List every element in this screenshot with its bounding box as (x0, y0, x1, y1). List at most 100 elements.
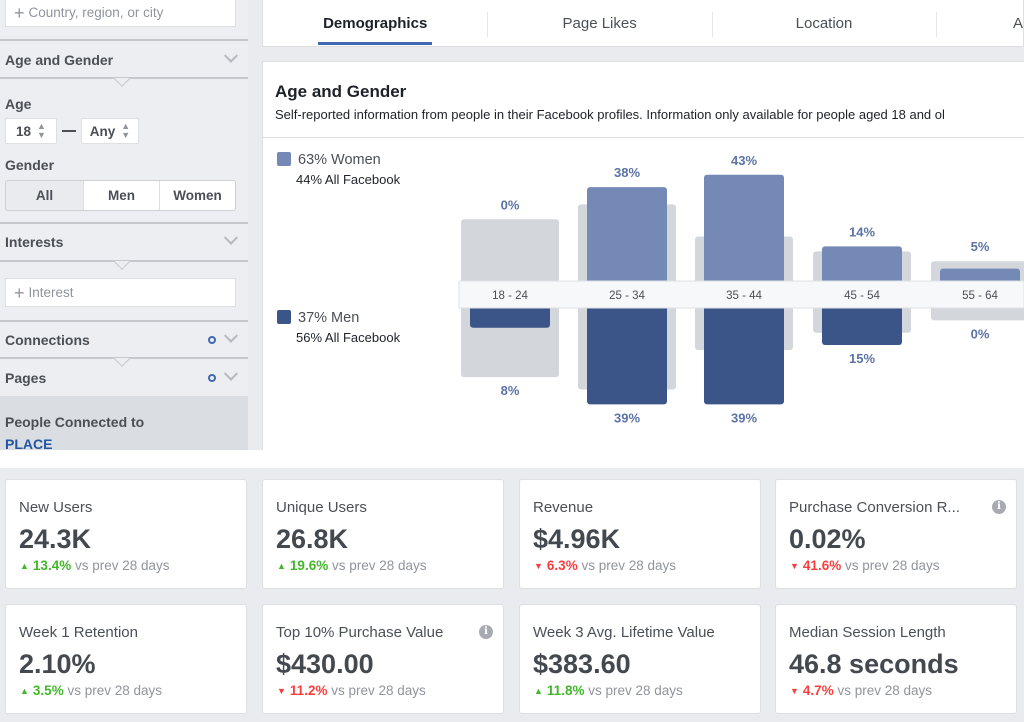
panel-title: Age and Gender (275, 82, 407, 101)
range-dash (62, 130, 76, 132)
interest-placeholder: Interest (28, 285, 74, 300)
age-max-select[interactable]: Any ▲ ▼ (81, 118, 139, 144)
age-min-value: 18 (16, 123, 32, 139)
people-connected-label: People Connected to (5, 414, 145, 430)
triangle-up-icon: ▲ (20, 686, 29, 696)
chevron-down-icon[interactable] (223, 230, 239, 245)
location-input[interactable]: + Country, region, or city (5, 0, 236, 27)
section-notch (113, 358, 131, 368)
filter-sidebar: + Country, region, or city Age and Gende… (0, 0, 248, 452)
legend-swatch-women (277, 152, 291, 166)
gender-option-women[interactable]: Women (159, 181, 235, 210)
section-pages-header[interactable]: Pages (5, 366, 240, 388)
people-connected-value[interactable]: PLACE (5, 436, 52, 452)
category-tick-label: 35 - 44 (726, 290, 762, 302)
legend-men: 37% Men 56% All Facebook (277, 310, 400, 345)
updown-icon: ▲ ▼ (37, 121, 46, 140)
metric-card[interactable]: Purchase Conversion R... i 0.02% ▼ 41.6% vs … (775, 479, 1017, 589)
metric-title: Week 1 Retention (19, 624, 138, 641)
metric-value: 24.3K (19, 524, 92, 554)
metric-title: Week 3 Avg. Lifetime Value (533, 624, 715, 641)
metric-delta: ▼ 41.6% vs prev 28 days (790, 558, 940, 573)
tab-page-likes[interactable]: Page Likes (487, 0, 711, 46)
section-age-gender-label: Age and Gender (5, 52, 114, 68)
location-placeholder: Country, region, or city (28, 5, 164, 20)
metric-delta-suffix: vs prev 28 days (331, 683, 426, 698)
info-icon[interactable]: i (479, 625, 493, 639)
chevron-down-icon[interactable] (223, 328, 239, 343)
bar-men (704, 304, 784, 405)
metric-card[interactable]: Top 10% Purchase Value i $430.00 ▼ 11.2% vs … (262, 604, 504, 714)
tab-activity[interactable]: A (936, 0, 1023, 46)
active-filter-dot-icon (208, 336, 216, 344)
triangle-down-icon: ▼ (534, 561, 543, 571)
section-connections-label: Connections (5, 332, 90, 348)
metric-delta-percent: 4.7% (802, 683, 834, 698)
data-label-men: 8% (501, 383, 520, 398)
chevron-down-icon[interactable] (223, 48, 239, 63)
legend-women-label: 63% Women (298, 152, 381, 168)
tab-demographics[interactable]: Demographics (263, 0, 487, 46)
tab-location[interactable]: Location (711, 0, 936, 46)
section-age-gender-header[interactable]: Age and Gender (5, 48, 240, 70)
data-label-women: 5% (971, 239, 990, 254)
metric-card[interactable]: Unique Users 26.8K ▲ 19.6% vs prev 28 days (262, 479, 504, 589)
bar-women (587, 187, 667, 285)
metric-delta-percent: 13.4% (32, 558, 72, 573)
bar-women (822, 246, 902, 285)
metric-delta: ▲ 19.6% vs prev 28 days (277, 558, 427, 573)
section-notch (113, 78, 131, 88)
metric-title: Unique Users (276, 499, 367, 516)
metric-delta-suffix: vs prev 28 days (844, 558, 940, 573)
triangle-down-icon: ▼ (277, 686, 286, 696)
triangle-up-icon: ▲ (20, 561, 29, 571)
insights-tabs: Demographics Page Likes Location A (262, 0, 1024, 47)
metric-delta-suffix: vs prev 28 days (74, 558, 170, 573)
active-filter-dot-icon (208, 374, 216, 382)
data-label-men: 0% (971, 326, 990, 341)
audience-insights-area: + Country, region, or city Age and Gende… (0, 0, 1024, 452)
metrics-area: New Users 24.3K ▲ 13.4% vs prev 28 days Uniq… (0, 468, 1024, 722)
section-connections-header[interactable]: Connections (5, 328, 240, 350)
legend-men-label: 37% Men (298, 310, 360, 326)
metric-card[interactable]: Median Session Length 46.8 seconds ▼ 4.7% v… (775, 604, 1017, 714)
metric-delta-suffix: vs prev 28 days (581, 558, 677, 573)
data-label-men: 39% (614, 410, 640, 425)
metric-title: Revenue (533, 499, 594, 516)
metric-card[interactable]: Week 3 Avg. Lifetime Value $383.60 ▲ 11.8% … (519, 604, 761, 714)
gender-option-all[interactable]: All (6, 181, 83, 210)
interest-input[interactable]: + Interest (5, 278, 236, 307)
metric-delta-suffix: vs prev 28 days (331, 558, 427, 573)
category-tick-label: 55 - 64 (962, 290, 998, 302)
metric-title: Median Session Length (789, 624, 946, 641)
section-notch (113, 261, 131, 271)
metric-delta-suffix: vs prev 28 days (588, 683, 683, 698)
bar-men (822, 304, 902, 346)
metric-value: 0.02% (789, 524, 866, 554)
metric-value: $383.60 (533, 649, 631, 679)
metric-card[interactable]: Revenue $4.96K ▼ 6.3% vs prev 28 days (519, 479, 761, 589)
data-label-women: 38% (614, 165, 640, 180)
metric-delta: ▲ 3.5% vs prev 28 days (20, 683, 162, 698)
category-tick-label: 45 - 54 (844, 290, 880, 302)
bar-women (704, 174, 784, 285)
legend-swatch-men (277, 310, 291, 324)
metric-value: 2.10% (19, 649, 96, 679)
panel-header: Age and Gender Self-reported information… (263, 62, 1024, 138)
plus-icon: + (14, 2, 25, 23)
legend-men-sub: 56% All Facebook (296, 330, 401, 345)
people-connected-item[interactable]: People Connected to PLACE (0, 396, 248, 452)
section-interests-header[interactable]: Interests (5, 230, 240, 252)
metric-card[interactable]: New Users 24.3K ▲ 13.4% vs prev 28 days (5, 479, 247, 589)
gender-option-men[interactable]: Men (83, 181, 159, 210)
metric-delta-suffix: vs prev 28 days (837, 683, 933, 698)
chevron-down-icon[interactable] (223, 366, 239, 381)
metric-value: $430.00 (276, 649, 374, 679)
age-min-select[interactable]: 18 ▲ ▼ (5, 118, 57, 144)
legend-women: 63% Women 44% All Facebook (277, 152, 400, 187)
info-icon[interactable]: i (992, 500, 1006, 514)
metric-delta-percent: 11.2% (289, 683, 328, 698)
metric-card[interactable]: Week 1 Retention 2.10% ▲ 3.5% vs prev 28 da… (5, 604, 247, 714)
category-tick-label: 18 - 24 (492, 290, 528, 302)
metric-title: Top 10% Purchase Value (276, 624, 444, 641)
